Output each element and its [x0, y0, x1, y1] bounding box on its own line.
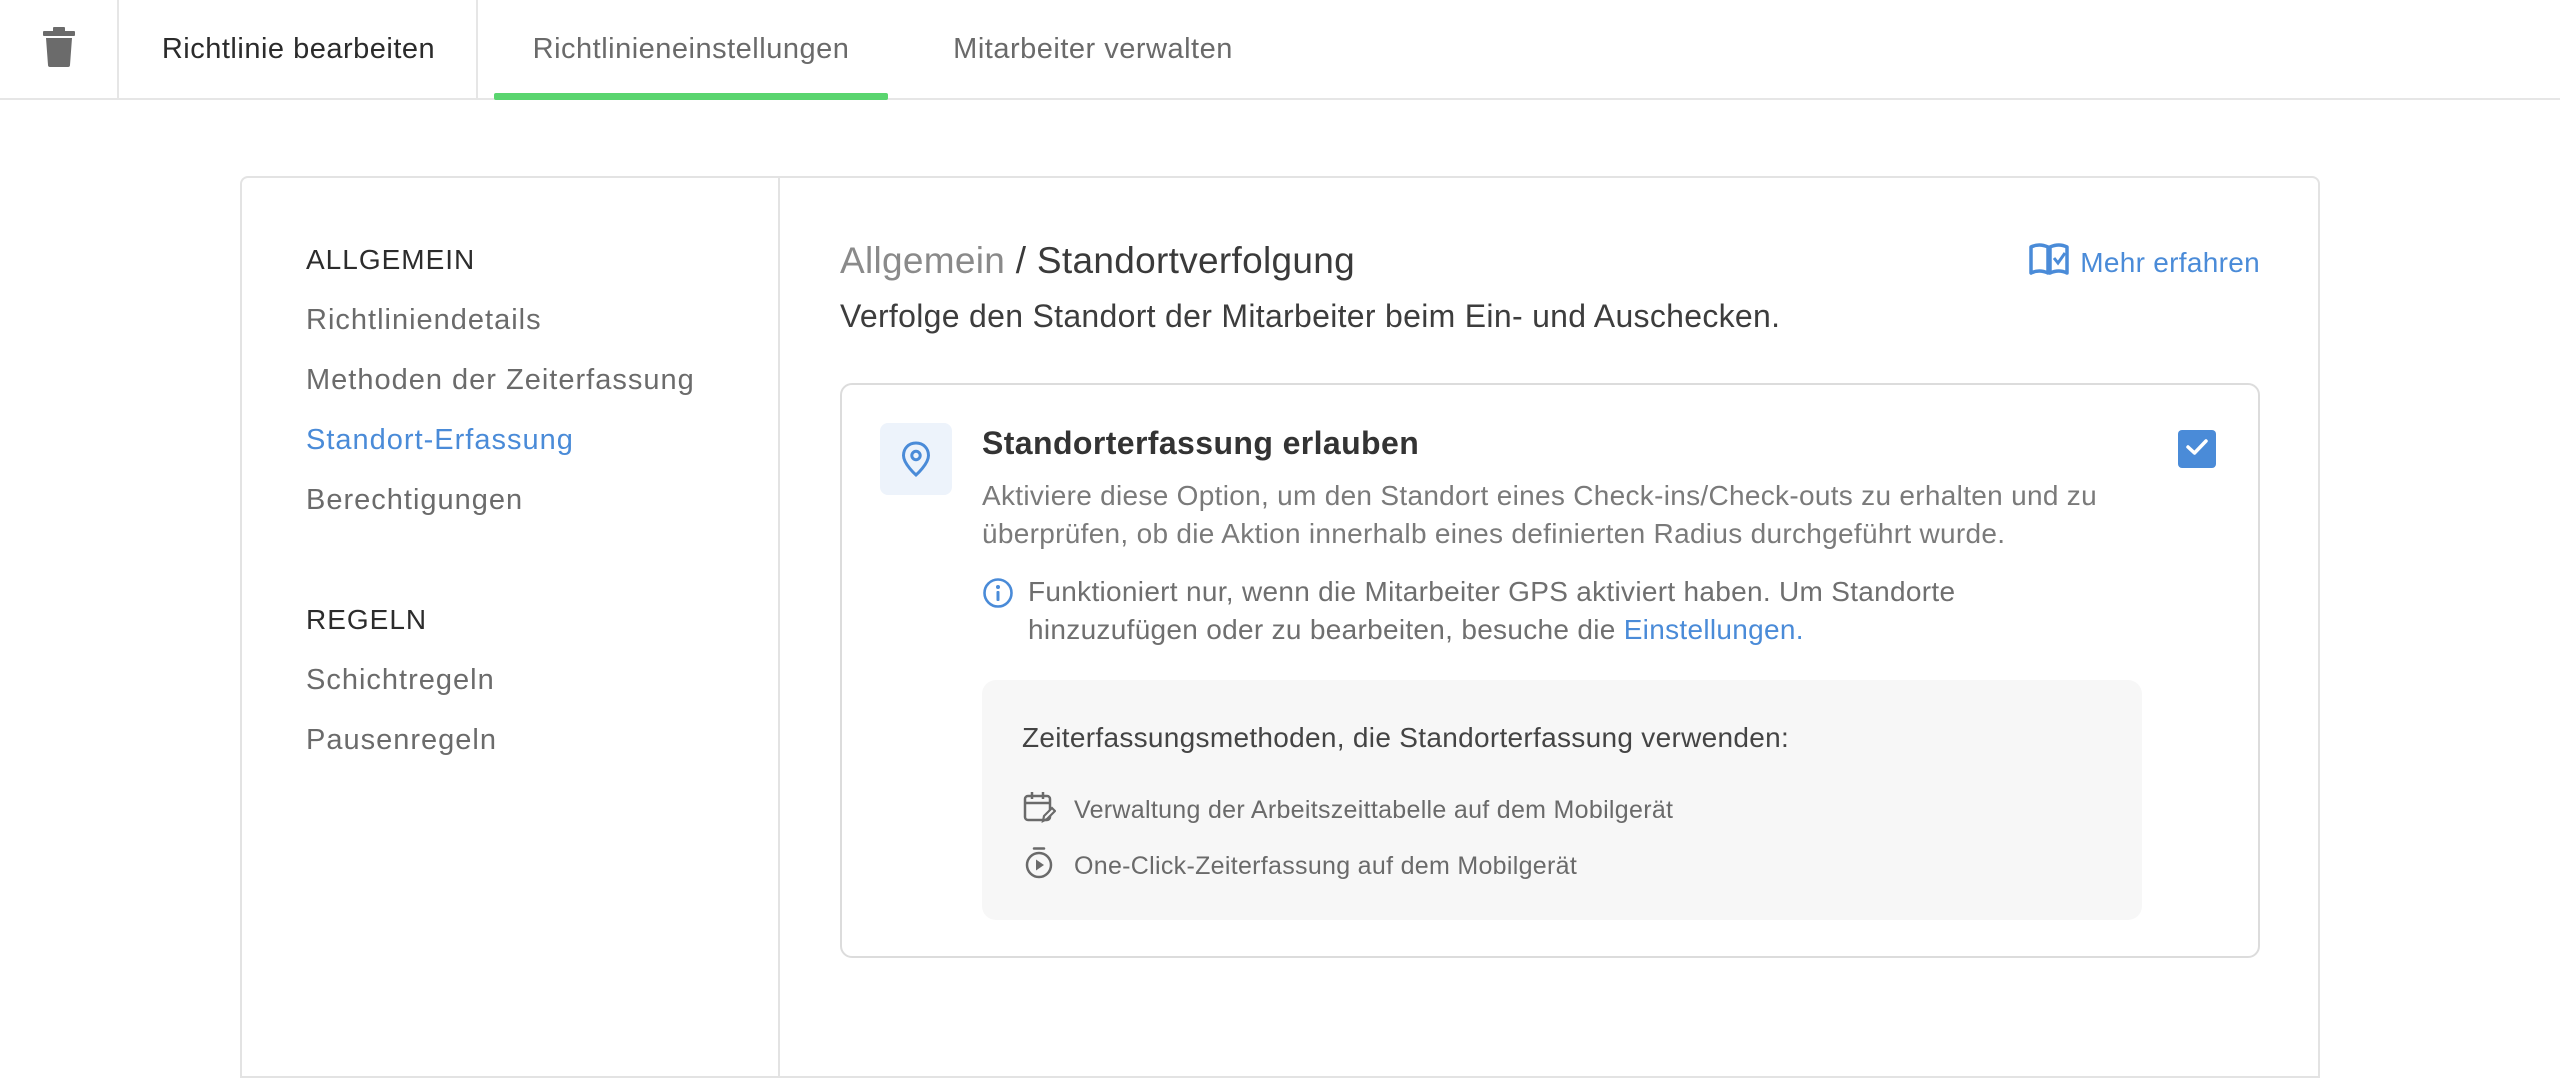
option-description: Aktiviere diese Option, um den Standort … — [982, 480, 2097, 549]
method-item: One-Click-Zeiterfassung auf dem Mobilger… — [1022, 846, 1577, 887]
breadcrumb-current: Standortverfolgung — [1036, 240, 1355, 281]
delete-policy-button[interactable] — [0, 0, 119, 98]
learn-more-link[interactable]: Mehr erfahren — [2028, 242, 2260, 283]
learn-more-label: Mehr erfahren — [2080, 246, 2260, 278]
info-icon — [982, 577, 1014, 619]
location-pin-icon — [880, 423, 952, 495]
method-label: One-Click-Zeiterfassung auf dem Mobilger… — [1074, 852, 1578, 880]
settings-sidebar: ALLGEMEIN Richtliniendetails Methoden de… — [242, 178, 780, 1076]
page-subtitle: Verfolge den Standort der Mitarbeiter be… — [840, 298, 1781, 334]
location-tracking-option: Standorterfassung erlauben Aktiviere die… — [840, 383, 2260, 958]
calendar-edit-icon — [1022, 790, 1074, 831]
sidebar-item-permissions[interactable]: Berechtigungen — [306, 484, 523, 517]
method-label: Verwaltung der Arbeitszeittabelle auf de… — [1074, 796, 1674, 824]
method-item: Verwaltung der Arbeitszeittabelle auf de… — [1022, 790, 1673, 831]
methods-title: Zeiterfassungsmethoden, die Standorterfa… — [1022, 722, 1790, 753]
option-title: Standorterfassung erlauben — [982, 425, 1420, 461]
sidebar-item-time-tracking-methods[interactable]: Methoden der Zeiterfassung — [306, 364, 695, 397]
top-tab-bar: Richtlinie bearbeiten Richtlinieneinstel… — [0, 0, 2560, 100]
sidebar-item-break-rules[interactable]: Pausenregeln — [306, 724, 497, 757]
tab-policy-settings[interactable]: Richtlinieneinstellungen — [494, 0, 888, 100]
open-book-icon — [2028, 242, 2080, 283]
settings-card: ALLGEMEIN Richtliniendetails Methoden de… — [240, 176, 2320, 1078]
tab-label: Richtlinieneinstellungen — [532, 32, 850, 65]
tab-edit-policy[interactable]: Richtlinie bearbeiten — [121, 0, 478, 98]
tab-manage-employees[interactable]: Mitarbeiter verwalten — [920, 0, 1266, 98]
tab-label: Richtlinie bearbeiten — [161, 32, 436, 65]
sidebar-item-policy-details[interactable]: Richtliniendetails — [306, 304, 542, 337]
settings-content: Allgemein / Standortverfolgung Mehr erfa… — [840, 178, 2260, 1076]
sidebar-item-location-tracking[interactable]: Standort-Erfassung — [306, 424, 574, 457]
settings-link[interactable]: Einstellungen. — [1624, 614, 1804, 645]
tab-label: Mitarbeiter verwalten — [953, 32, 1233, 65]
stopwatch-icon — [1022, 846, 1074, 887]
allow-location-tracking-checkbox[interactable] — [2178, 430, 2216, 468]
info-text: Funktioniert nur, wenn die Mitarbeiter G… — [1028, 576, 1956, 645]
methods-using-location-panel: Zeiterfassungsmethoden, die Standorterfa… — [982, 680, 2142, 920]
trash-icon — [42, 26, 76, 72]
sidebar-item-shift-rules[interactable]: Schichtregeln — [306, 664, 495, 697]
breadcrumb-separator: / — [1005, 240, 1037, 281]
breadcrumb: Allgemein / Standortverfolgung — [840, 240, 1355, 282]
breadcrumb-parent[interactable]: Allgemein — [840, 240, 1005, 281]
sidebar-heading-general: ALLGEMEIN — [306, 244, 476, 275]
sidebar-heading-rules: REGELN — [306, 604, 428, 635]
checkmark-icon — [2185, 437, 2209, 462]
gps-info-note: Funktioniert nur, wenn die Mitarbeiter G… — [982, 573, 2102, 649]
